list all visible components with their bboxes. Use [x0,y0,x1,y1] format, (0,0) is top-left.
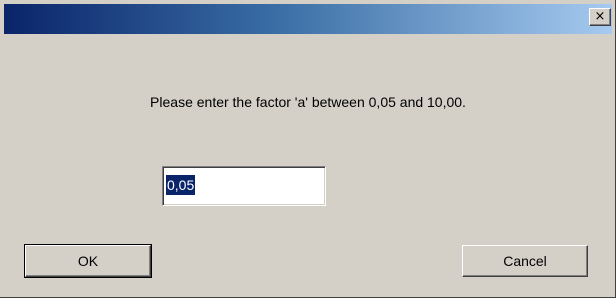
ok-button[interactable]: OK [24,244,152,278]
title-bar[interactable] [4,4,612,34]
cancel-button[interactable]: Cancel [462,245,588,277]
factor-input-value[interactable]: 0,05 [166,175,196,195]
prompt-message: Please enter the factor 'a' between 0,05… [150,94,466,110]
factor-dialog: × Please enter the factor 'a' between 0,… [0,0,616,298]
close-icon[interactable]: × [589,8,611,26]
factor-input[interactable]: 0,05 [162,166,326,206]
